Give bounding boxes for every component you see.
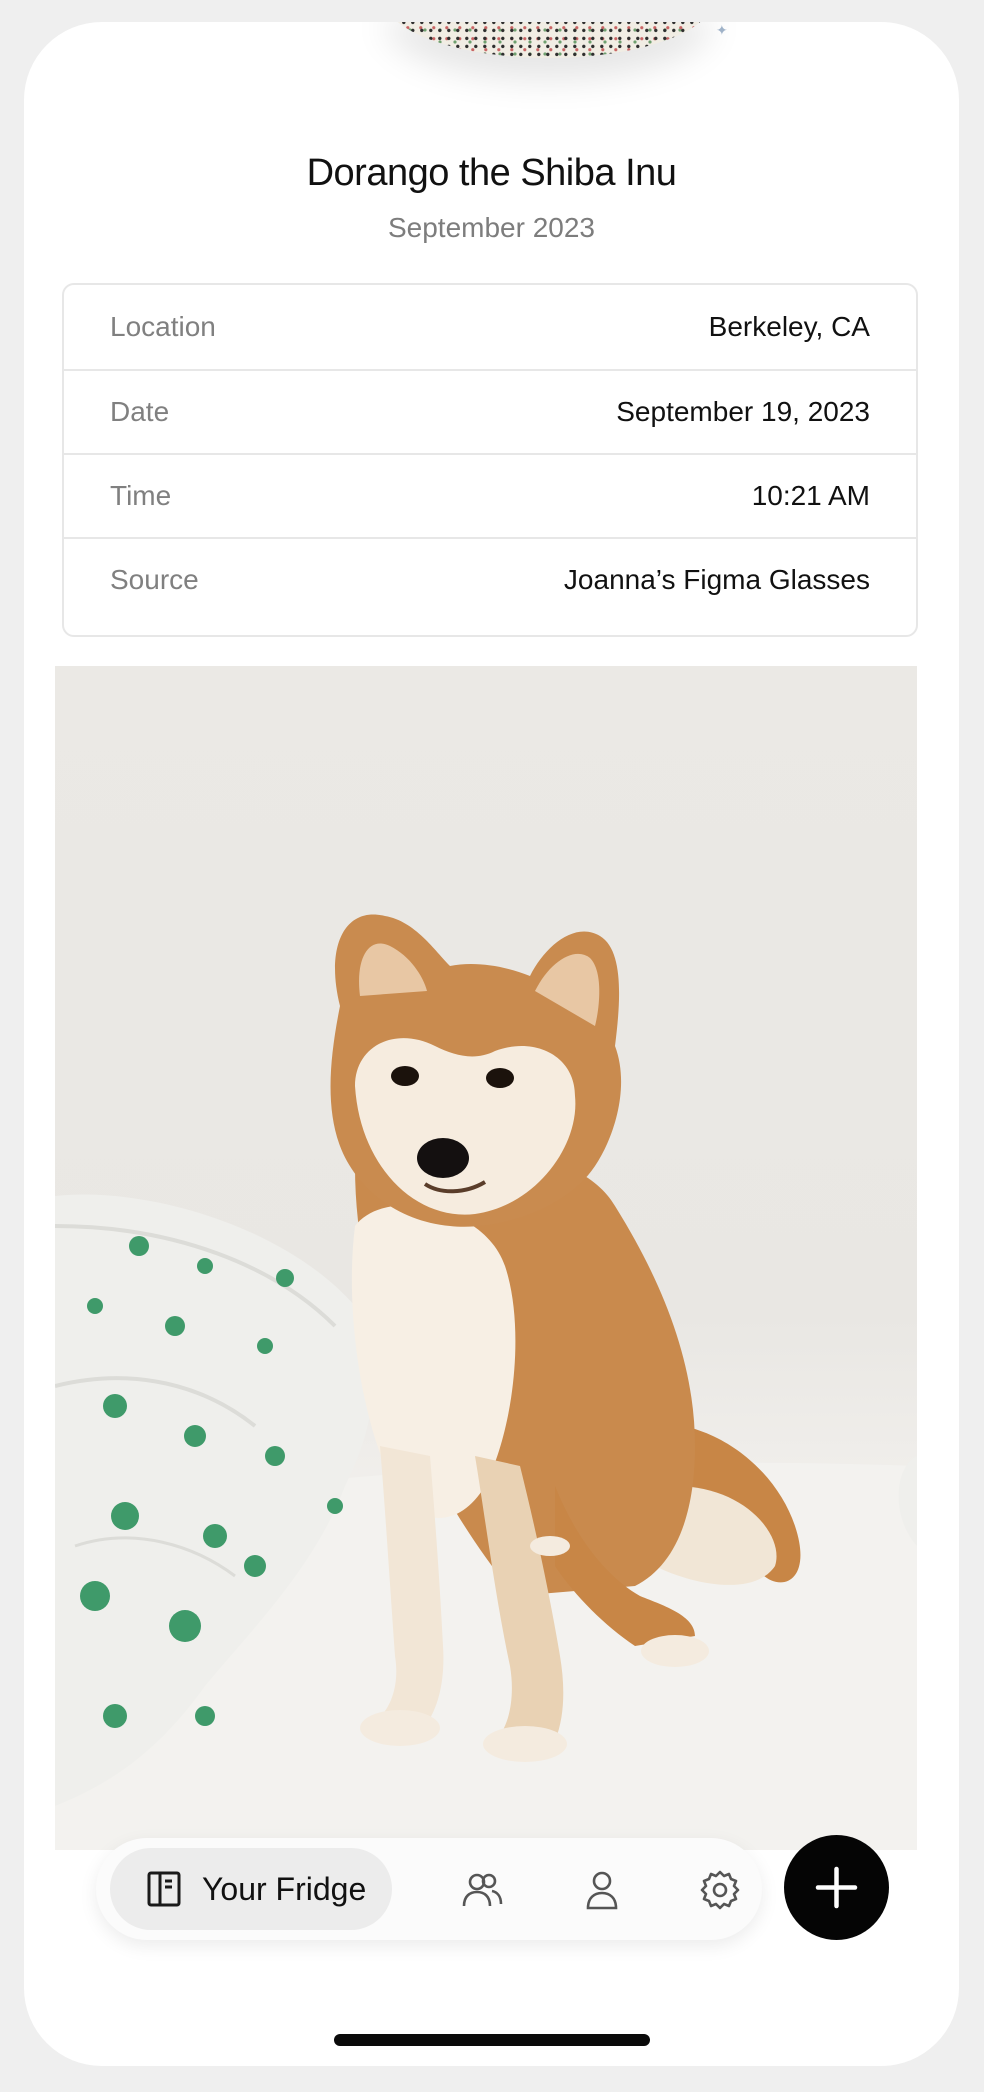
detail-label: Date [110, 396, 170, 427]
dog-photo[interactable] [55, 666, 917, 1850]
nav-item-label: Your Fridge [202, 1870, 367, 1907]
add-button[interactable] [784, 1835, 889, 1940]
sparkle-icon: ✦ [716, 22, 728, 38]
fridge-magnet-plate-image [384, 22, 714, 58]
detail-label: Source [110, 564, 199, 595]
detail-value: 10:21 AM [751, 480, 870, 511]
bottom-nav-bar: Your Fridge [96, 1838, 762, 1940]
detail-value: September 19, 2023 [616, 396, 870, 427]
detail-value: Joanna’s Figma Glasses [563, 564, 870, 595]
detail-label: Location [110, 311, 216, 342]
page-title: Dorango the Shiba Inu [306, 152, 677, 194]
person-icon[interactable] [580, 1868, 624, 1912]
people-icon[interactable] [460, 1868, 504, 1912]
plus-icon [815, 1866, 858, 1909]
detail-row-date: Date September 19, 2023 [64, 369, 916, 453]
details-card: Location Berkeley, CA Date September 19,… [62, 283, 918, 637]
gear-icon[interactable] [698, 1868, 742, 1912]
page-subtitle: September 2023 [387, 212, 596, 243]
detail-label: Time [110, 480, 172, 511]
dog-photo-illustration [55, 914, 917, 1850]
home-indicator[interactable] [334, 2034, 650, 2046]
phone-frame: ✦ Dorango the Shiba Inu September 2023 L… [24, 22, 959, 2066]
detail-row-source: Source Joanna’s Figma Glasses [64, 537, 916, 621]
detail-row-time: Time 10:21 AM [64, 453, 916, 537]
detail-value: Berkeley, CA [708, 311, 870, 342]
detail-row-location: Location Berkeley, CA [64, 285, 916, 369]
fridge-icon [147, 1871, 181, 1907]
nav-item-your-fridge[interactable]: Your Fridge [110, 1848, 392, 1930]
